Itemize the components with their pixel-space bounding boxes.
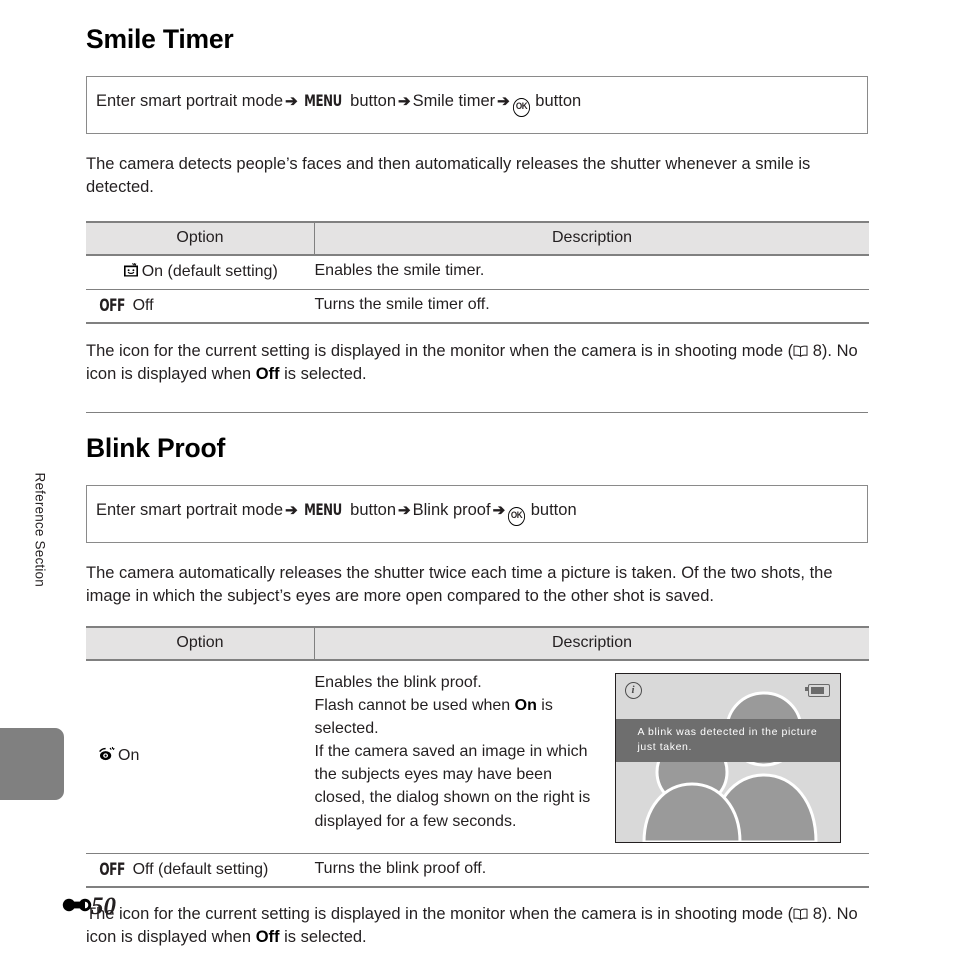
path-button-word: button	[530, 500, 577, 519]
monitor-message: A blink was detected in the picture just…	[615, 718, 840, 762]
page-content: Smile Timer Enter smart portrait mode ➔ ME…	[86, 0, 869, 950]
table-row: OFF Off (default setting) Turns the blin…	[86, 853, 869, 888]
info-icon: i	[624, 681, 642, 699]
option-label: Off	[132, 296, 154, 314]
side-tab-label: Reference Section	[32, 472, 48, 587]
section-intro-smile-timer: The camera detects people’s faces and th…	[86, 155, 811, 197]
thumb-index-tab	[0, 728, 64, 800]
note-page-ref: 8	[812, 904, 822, 923]
path-button-word: button	[350, 500, 397, 519]
note-part-3: is selected.	[279, 927, 367, 946]
table-header-row: Option Description	[86, 220, 869, 256]
column-header-option: Option	[86, 625, 315, 661]
path-button-word: button	[350, 92, 397, 110]
arrow-icon: ➔	[398, 501, 411, 519]
table-header-row: Option Description	[86, 625, 869, 661]
note-bold-word: Off	[255, 365, 280, 384]
blink-proof-eye-icon	[98, 746, 115, 767]
desc-line-4: If the camera saved an image in which th…	[314, 743, 591, 830]
column-header-description: Description	[314, 220, 869, 256]
open-book-icon	[793, 908, 808, 920]
description-cell: Enables the smile timer.	[314, 254, 869, 290]
note-page-ref: 8	[812, 341, 822, 360]
ok-button-icon: OK	[508, 506, 526, 526]
menu-button-glyph: MENU	[303, 91, 342, 110]
column-header-description: Description	[314, 625, 869, 661]
menu-button-glyph: MENU	[303, 499, 342, 519]
arrow-icon: ➔	[285, 501, 298, 519]
column-header-option: Option	[86, 220, 315, 256]
note-part-1: The icon for the current setting is disp…	[86, 341, 794, 360]
table-row: On (default setting) Enables the smile t…	[86, 254, 869, 290]
description-cell: Turns the smile timer off.	[314, 289, 869, 324]
navigation-path-blink-proof: Enter smart portrait mode ➔ MENU button ➔ Bl…	[86, 484, 868, 543]
desc-bold-on: On	[514, 696, 537, 714]
note-bold-word: Off	[255, 927, 280, 946]
options-table-smile-timer: Option Description On (default setting) …	[86, 220, 869, 324]
arrow-icon: ➔	[285, 93, 298, 110]
desc-line-2: Flash cannot be used when	[314, 696, 515, 714]
arrow-icon: ➔	[497, 93, 510, 110]
description-text: Enables the blink proof. Flash cannot be…	[315, 670, 605, 833]
camera-monitor-illustration: i A blink was detected in the picture ju…	[614, 672, 841, 843]
footer-page-number: 50	[62, 893, 116, 921]
options-table-blink-proof: Option Description On Enables the blink …	[86, 625, 869, 888]
open-book-icon	[793, 345, 808, 357]
option-cell-on: On (default setting)	[86, 254, 315, 290]
note-part-3: is selected.	[279, 365, 367, 384]
document-page: Reference Section Smile Timer Enter smar…	[0, 0, 954, 954]
description-cell: Turns the blink proof off.	[314, 853, 869, 888]
ok-button-icon: OK	[512, 98, 530, 117]
path-button-word: button	[535, 92, 582, 110]
section-title-smile-timer: Smile Timer	[86, 24, 234, 54]
off-glyph-icon: OFF	[99, 295, 125, 316]
table-row: OFF Off Turns the smile timer off.	[86, 289, 869, 324]
table-row: On Enables the blink proof. Flash cannot…	[86, 659, 869, 854]
smile-timer-icon	[123, 262, 139, 283]
option-label: On (default setting)	[141, 262, 278, 280]
path-lead-text: Enter smart portrait mode	[96, 92, 284, 110]
note-part-1: The icon for the current setting is disp…	[86, 904, 794, 923]
reference-section-glyph-icon	[62, 894, 92, 921]
option-label: Off (default setting)	[132, 860, 269, 878]
navigation-path-smile-timer: Enter smart portrait mode ➔ MENU button ➔ Sm…	[86, 76, 868, 134]
option-cell-off: OFF Off	[86, 289, 315, 324]
option-label: On	[118, 747, 140, 765]
section-note-smile-timer: The icon for the current setting is disp…	[86, 340, 868, 387]
path-lead-text: Enter smart portrait mode	[96, 500, 284, 519]
arrow-icon: ➔	[492, 501, 506, 519]
path-menu-item: Smile timer	[412, 92, 496, 110]
path-menu-item: Blink proof	[412, 500, 491, 519]
section-title-blink-proof: Blink Proof	[86, 432, 226, 463]
description-cell: Enables the blink proof. Flash cannot be…	[314, 659, 869, 854]
off-glyph-icon: OFF	[99, 859, 125, 880]
section-note-blink-proof: The icon for the current setting is disp…	[86, 903, 868, 950]
arrow-icon: ➔	[398, 93, 411, 110]
option-cell-off: OFF Off (default setting)	[86, 853, 315, 888]
page-number-text: 50	[91, 893, 116, 920]
section-intro-blink-proof: The camera automatically releases the sh…	[86, 563, 833, 606]
option-cell-on: On	[86, 659, 315, 854]
battery-icon	[804, 683, 830, 697]
desc-line-1: Enables the blink proof.	[314, 673, 482, 691]
